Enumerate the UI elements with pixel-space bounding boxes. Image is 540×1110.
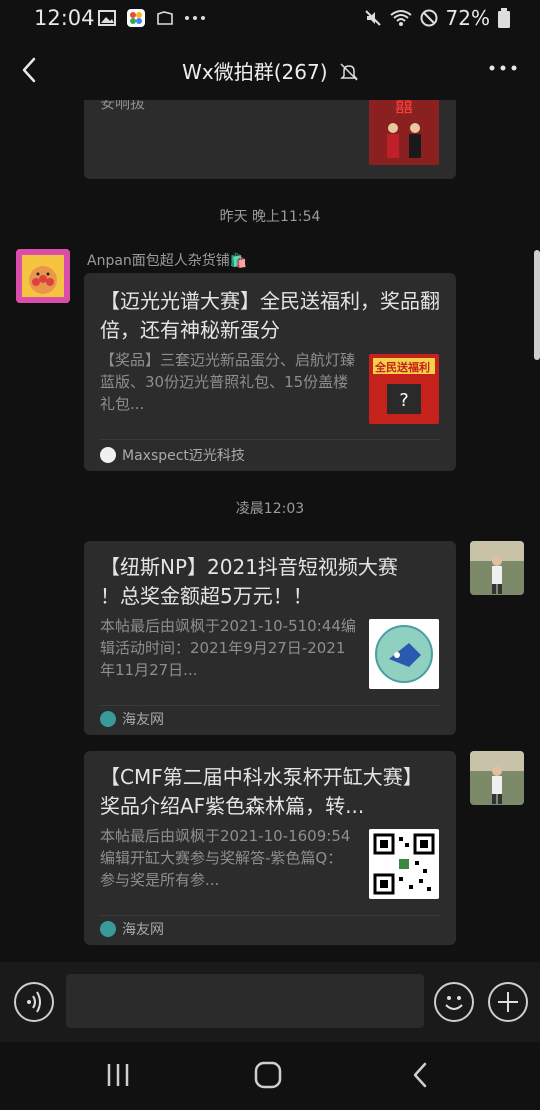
sender-name: Anpan面包超人杂货铺🛍️ bbox=[87, 253, 248, 269]
thumb-caption: 全民送福利 bbox=[375, 361, 430, 374]
card-title: 【迈光光谱大赛】全民送福利，奖品翻倍，还有神秘新蛋分 bbox=[100, 289, 440, 342]
svg-text:?: ? bbox=[399, 390, 409, 411]
wedding-photo-icon: 囍 bbox=[369, 100, 439, 165]
haiyou-source-icon bbox=[100, 711, 116, 727]
status-right: 72% bbox=[364, 6, 510, 30]
haiyou-source-icon bbox=[100, 921, 116, 937]
card-description: 本帖最后由飒枫于2021-10-1609:54编辑开缸大赛参与奖解答-紫色篇Q：… bbox=[100, 827, 351, 889]
image-icon bbox=[98, 10, 116, 26]
voice-icon bbox=[27, 991, 41, 1013]
chat-title: Wx微拍群(267) bbox=[182, 60, 328, 84]
self-avatar[interactable] bbox=[470, 751, 524, 805]
message-input-bar bbox=[0, 962, 540, 1042]
more-options-icon[interactable] bbox=[488, 58, 518, 78]
folder-icon bbox=[157, 11, 173, 25]
sender-avatar[interactable] bbox=[16, 249, 70, 303]
emoji-icon bbox=[445, 996, 463, 1010]
previous-link-card[interactable]: 安响拔 囍 bbox=[84, 100, 456, 179]
card-thumbnail bbox=[369, 619, 439, 689]
chat-message-list[interactable]: 安响拔 囍 昨天 晚上11:54 Anpan面包超人杂货铺🛍️ 【迈光光谱大赛】… bbox=[0, 100, 540, 960]
voice-input-button[interactable] bbox=[14, 982, 54, 1022]
photos-app-icon bbox=[127, 9, 145, 27]
dnd-icon bbox=[420, 9, 438, 27]
message-input[interactable] bbox=[66, 974, 424, 1028]
card-source-name: Maxspect迈光科技 bbox=[122, 448, 245, 464]
chat-title-wrap: Wx微拍群(267) bbox=[0, 56, 540, 85]
previous-card-text: 安响拔 bbox=[100, 100, 146, 112]
card-source: 海友网 bbox=[100, 919, 164, 939]
scrollbar[interactable] bbox=[534, 250, 540, 360]
card-title: 【纽斯NP】2021抖音短视频大赛 ！总奖金额超5万元！！ bbox=[100, 555, 398, 608]
emoji-button[interactable] bbox=[434, 982, 474, 1022]
system-back-icon[interactable] bbox=[406, 1060, 436, 1090]
card-source: Maxspect迈光科技 bbox=[100, 445, 245, 465]
timestamp-yesterday: 昨天 晚上11:54 bbox=[219, 209, 321, 225]
maxspect-logo-icon bbox=[100, 447, 116, 463]
card-description: 本帖最后由飒枫于2021-10-510:44编辑活动时间：2021年9月27日-… bbox=[100, 617, 356, 679]
self-avatar-photo-icon bbox=[470, 751, 524, 805]
more-functions-button[interactable] bbox=[488, 982, 528, 1022]
card-divider bbox=[100, 705, 440, 706]
card-title: 【CMF第二届中科水泵杯开缸大赛】奖品介绍AF紫色森林篇，转... bbox=[100, 765, 423, 818]
card-source-name: 海友网 bbox=[122, 922, 164, 938]
qr-code-icon bbox=[369, 829, 439, 899]
battery-icon bbox=[498, 8, 510, 28]
plus-icon bbox=[498, 992, 518, 1012]
link-card-haiyou-2[interactable]: 【CMF第二届中科水泵杯开缸大赛】奖品介绍AF紫色森林篇，转... 本帖最后由飒… bbox=[84, 751, 456, 945]
self-avatar-photo-icon bbox=[470, 541, 524, 595]
battery-percent: 72% bbox=[445, 6, 490, 30]
home-icon[interactable] bbox=[253, 1060, 283, 1090]
status-bar: 12:04 72% bbox=[0, 0, 540, 38]
card-divider bbox=[100, 915, 440, 916]
system-navigation-bar bbox=[0, 1042, 540, 1110]
link-card-haiyou-1[interactable]: 【纽斯NP】2021抖音短视频大赛 ！总奖金额超5万元！！ 本帖最后由飒枫于20… bbox=[84, 541, 456, 735]
svg-text:囍: 囍 bbox=[395, 100, 413, 117]
previous-card-thumbnail: 囍 bbox=[369, 100, 439, 165]
bell-off-icon bbox=[340, 63, 358, 81]
wifi-icon bbox=[389, 10, 412, 26]
status-time: 12:04 bbox=[34, 6, 95, 30]
haiyou-logo-icon bbox=[369, 619, 439, 689]
self-avatar[interactable] bbox=[470, 541, 524, 595]
card-description: 【奖品】三套迈光新品蛋分、启航灯臻蓝版、30份迈光普照礼包、15份盖楼礼包... bbox=[100, 351, 356, 413]
recent-apps-icon[interactable] bbox=[103, 1060, 133, 1090]
card-source-name: 海友网 bbox=[122, 712, 164, 728]
anpanman-avatar-icon bbox=[16, 249, 70, 303]
timestamp-early-morning: 凌晨12:03 bbox=[235, 501, 305, 517]
chat-header: Wx微拍群(267) bbox=[0, 38, 540, 100]
card-divider bbox=[100, 439, 440, 440]
more-dots-icon bbox=[185, 16, 205, 20]
mute-icon bbox=[364, 10, 381, 26]
card-thumbnail: ? 全民送福利 bbox=[369, 354, 439, 424]
status-left-icons bbox=[98, 8, 206, 28]
card-source: 海友网 bbox=[100, 709, 164, 729]
link-card-maxspect[interactable]: 【迈光光谱大赛】全民送福利，奖品翻倍，还有神秘新蛋分 【奖品】三套迈光新品蛋分、… bbox=[84, 273, 456, 471]
card-thumbnail bbox=[369, 829, 439, 899]
